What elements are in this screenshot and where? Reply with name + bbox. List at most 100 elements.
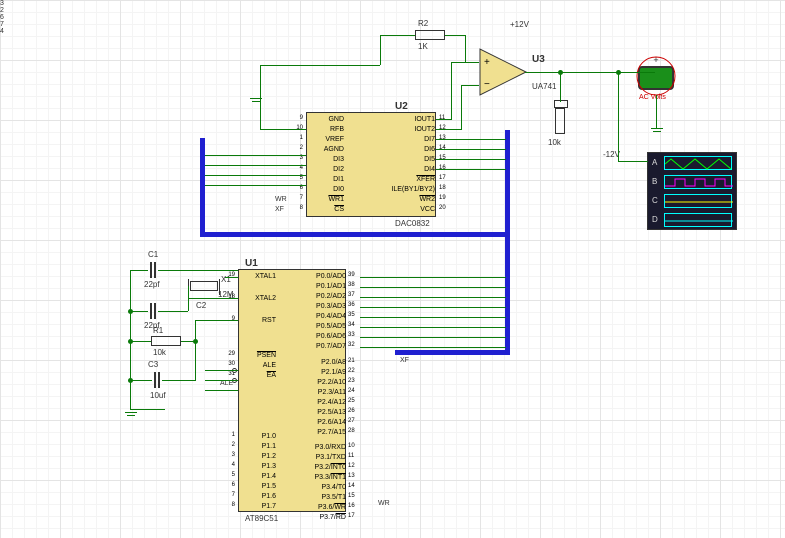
r3-val: 10k xyxy=(548,138,561,147)
wire xyxy=(195,320,196,380)
scope-ch-a: A xyxy=(652,158,662,167)
u1-ref: U1 xyxy=(245,258,258,269)
pin-stub xyxy=(205,370,238,371)
wire xyxy=(525,72,655,73)
wire xyxy=(360,337,506,338)
junction xyxy=(128,309,133,314)
scope-wave-d xyxy=(664,213,732,227)
u1-pins-right-bot: P3.0/RXDP3.1/TXDP3.2/INT0P3.3/INT1P3.4/T… xyxy=(298,443,346,523)
u1-pins-left-top: XTAL1XTAL2RST PSENALEEA xyxy=(241,272,276,381)
wire xyxy=(461,85,479,86)
wire xyxy=(436,119,451,120)
wire xyxy=(451,62,452,120)
wire xyxy=(158,270,238,271)
r2-val: 1K xyxy=(418,42,428,51)
wire xyxy=(618,161,648,162)
net-wr-r: WR xyxy=(378,500,390,507)
wire xyxy=(205,185,306,186)
wire xyxy=(445,35,465,36)
wire xyxy=(656,95,657,128)
net-xf-l: XF xyxy=(275,206,284,213)
scope-wave-c xyxy=(664,194,732,208)
c1-val: 22pf xyxy=(144,280,160,289)
wire xyxy=(130,270,148,271)
c2-ref: C2 xyxy=(196,301,206,310)
junction xyxy=(193,339,198,344)
wire xyxy=(465,35,466,63)
crystal-x1 xyxy=(190,281,218,291)
wire xyxy=(461,85,462,130)
cap-c2 xyxy=(148,303,156,321)
bus-v2 xyxy=(505,130,510,352)
pin-stub xyxy=(205,380,238,381)
scope-ch-d: D xyxy=(652,215,662,224)
u3-part: UA741 xyxy=(532,82,556,91)
u2-nums-right: 11121314151617181920 xyxy=(439,113,446,213)
u3-pin4: 4 xyxy=(0,28,785,35)
scope-wave-b xyxy=(664,175,732,189)
u3-pin7: 7 xyxy=(0,21,785,28)
wire xyxy=(360,317,506,318)
cap-c3 xyxy=(152,372,160,390)
wire xyxy=(130,341,151,342)
wire xyxy=(205,175,306,176)
junction xyxy=(558,70,563,75)
wire xyxy=(360,327,506,328)
wire xyxy=(162,380,196,381)
u2-pins-right: IOUT1IOUT2DI7DI6DI5DI4XFERILE(BY1/BY2)WR… xyxy=(380,115,435,215)
wire xyxy=(360,347,506,348)
wire xyxy=(260,65,380,66)
oscilloscope: A B C D xyxy=(647,152,737,230)
u3-pin2: 2 xyxy=(0,7,785,14)
u3-ref: U3 xyxy=(532,54,545,65)
u1-pins-right-mid: P2.0/A8P2.1/A9P2.2/A10P2.3/A11P2.4/A12P2… xyxy=(298,358,346,438)
wire xyxy=(436,139,506,140)
junction xyxy=(128,339,133,344)
u1-nums-right-bot: 1011121314151617 xyxy=(348,441,355,521)
net-wr: WR xyxy=(275,196,287,203)
wire xyxy=(560,72,561,102)
scope-wave-a xyxy=(664,156,732,170)
u2-ref: U2 xyxy=(395,101,408,112)
scope-ch-b: B xyxy=(652,177,662,186)
wire xyxy=(360,307,506,308)
r1-ref: R1 xyxy=(153,326,163,335)
wire xyxy=(205,155,306,156)
wire xyxy=(260,129,306,130)
svg-text:+: + xyxy=(484,57,490,68)
pin-stub xyxy=(225,298,238,299)
wire xyxy=(158,311,188,312)
pin-stub xyxy=(225,277,238,278)
wire xyxy=(360,297,506,298)
c1-ref: C1 xyxy=(148,250,158,259)
u1-part: AT89C51 xyxy=(245,514,278,523)
u2-nums-left: 91012345678 xyxy=(285,113,303,213)
pot xyxy=(554,100,568,108)
cap-c1 xyxy=(148,262,156,280)
u1-nums-left-bot: 12345678 xyxy=(217,430,235,510)
u3-pin6: 6 xyxy=(0,14,785,21)
junction xyxy=(616,70,621,75)
wire xyxy=(436,129,461,130)
wire xyxy=(618,72,619,162)
wire xyxy=(380,35,415,36)
wire xyxy=(205,165,306,166)
gnd-left xyxy=(125,412,137,422)
gnd-u2l xyxy=(250,98,262,108)
wire xyxy=(380,35,381,65)
resistor-r3 xyxy=(555,108,565,134)
c3-ref: C3 xyxy=(148,360,158,369)
pin-stub xyxy=(205,390,238,391)
c3-val: 10uf xyxy=(150,391,166,400)
bus-h2 xyxy=(395,350,510,355)
u2-pins-left: GNDRFBVREFAGNDDI3DI2DI1DI0WR1CS xyxy=(309,115,344,215)
pin-stub xyxy=(225,320,238,321)
gnd-meter xyxy=(651,128,663,138)
r2-ref: R2 xyxy=(418,19,428,28)
resistor-r2 xyxy=(415,30,445,40)
bus-v1 xyxy=(200,138,205,237)
wire xyxy=(130,380,152,381)
vcc-label: +12V xyxy=(510,20,529,29)
u2-part: DAC0832 xyxy=(395,219,430,228)
wire xyxy=(436,169,506,170)
